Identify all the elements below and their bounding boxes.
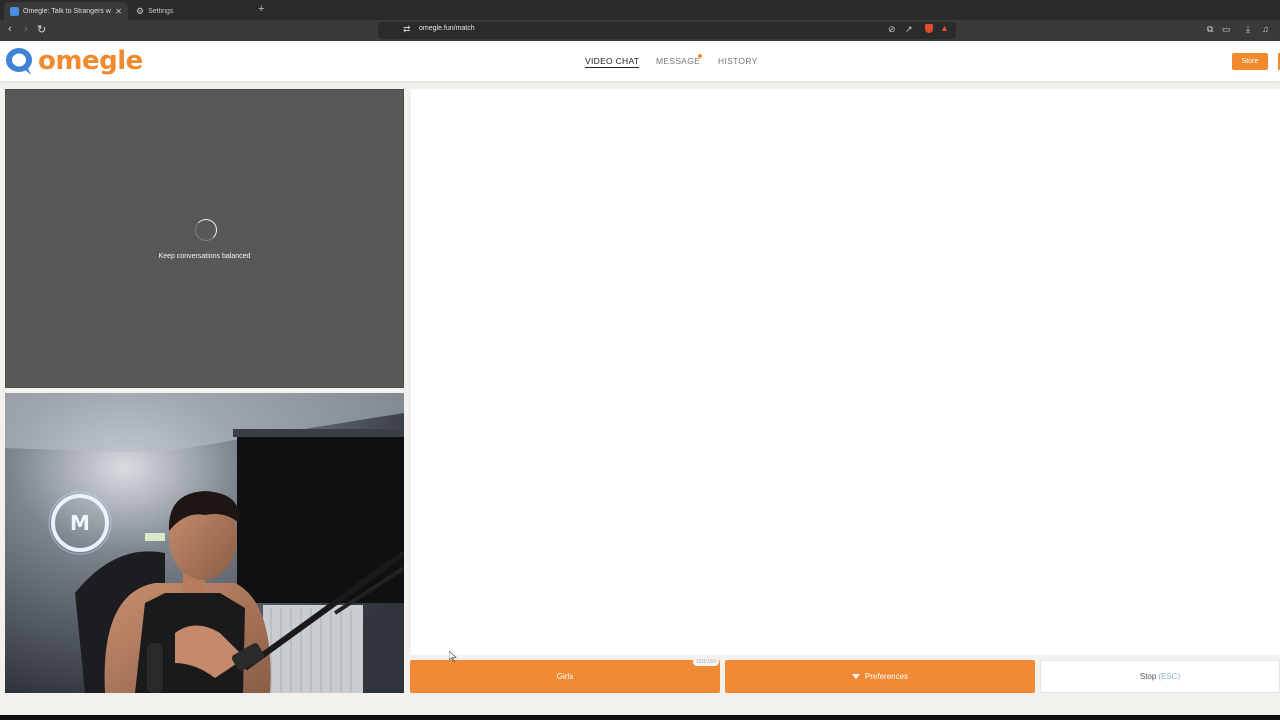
preferences-button[interactable]: Preferences <box>725 660 1035 693</box>
preferences-button-label: Preferences <box>864 672 909 681</box>
back-icon[interactable]: ‹ <box>8 23 12 35</box>
stop-shortcut-hint: (ESC) <box>1158 672 1181 681</box>
nav-history[interactable]: HISTORY <box>718 56 758 66</box>
mute-icon[interactable]: ⊘ <box>888 24 896 35</box>
tab-settings[interactable]: ⚙ Settings <box>130 2 250 20</box>
new-tab-icon[interactable]: + <box>258 3 264 15</box>
share-icon[interactable]: ↗ <box>905 24 913 35</box>
stranger-status-text: Keep conversations balanced <box>158 253 251 260</box>
omegle-logo[interactable]: omegle <box>5 46 143 76</box>
omegle-favicon <box>10 6 19 16</box>
mouse-cursor-icon <box>449 651 457 662</box>
stranger-video: Keep conversations balanced <box>5 89 404 388</box>
stop-button-label: Stop <box>1139 672 1157 681</box>
logo-bubble-icon <box>6 48 32 75</box>
extensions-icon[interactable]: ⧉ <box>1207 24 1213 35</box>
self-camera-video: M <box>5 393 404 693</box>
browser-tab-bar: Omegle: Talk to Strangers wit ✕ ⚙ Settin… <box>0 0 1280 20</box>
tab-title: Settings <box>148 7 174 15</box>
nav-message[interactable]: MESSAGE <box>656 56 700 66</box>
browser-toolbar: ‹ › ↻ ▯ ⇄ omegle.fun/match ⊘ ↗ ▲ ⧉ ▭ ⤓ ♫ <box>0 20 1280 41</box>
tab-title: Omegle: Talk to Strangers wit <box>23 7 112 15</box>
filter-icon <box>851 674 860 679</box>
media-icon[interactable]: ♫ <box>1262 24 1269 34</box>
site-info-icon[interactable]: ⇄ <box>403 24 411 35</box>
stop-button[interactable]: Stop (ESC) <box>1040 660 1280 693</box>
omegle-page: omegle VIDEO CHAT MESSAGE HISTORY Store … <box>0 41 1280 715</box>
sidebar-icon[interactable]: ▭ <box>1222 24 1231 35</box>
camera-feed-image: M <box>5 393 404 693</box>
nav-video-chat[interactable]: VIDEO CHAT <box>585 56 640 68</box>
site-header: omegle VIDEO CHAT MESSAGE HISTORY Store <box>0 41 1280 81</box>
rewards-triangle-icon[interactable]: ▲ <box>940 23 949 33</box>
svg-text:M: M <box>70 511 90 535</box>
brave-shield-icon[interactable] <box>925 24 933 33</box>
reload-icon[interactable]: ↻ <box>37 23 46 36</box>
url-text: omegle.fun/match <box>419 25 475 32</box>
store-button[interactable]: Store <box>1232 53 1268 70</box>
girls-filter-button[interactable]: Girls <box>410 660 720 693</box>
forward-icon[interactable]: › <box>24 23 28 35</box>
taskbar-edge <box>0 715 1280 720</box>
chat-panel[interactable] <box>411 89 1280 655</box>
download-icon[interactable]: ⤓ <box>1246 24 1250 35</box>
girls-counter-badge: 150/150 <box>693 658 719 666</box>
loading-spinner-icon <box>195 219 217 241</box>
message-notification-dot <box>698 54 702 58</box>
tab-omegle[interactable]: Omegle: Talk to Strangers wit ✕ <box>4 2 128 20</box>
close-tab-icon[interactable]: ✕ <box>115 7 122 16</box>
address-bar[interactable]: ⇄ omegle.fun/match <box>378 22 956 39</box>
logo-text: omegle <box>38 46 143 76</box>
girls-button-label: Girls <box>556 672 574 681</box>
gear-icon: ⚙ <box>136 5 145 16</box>
